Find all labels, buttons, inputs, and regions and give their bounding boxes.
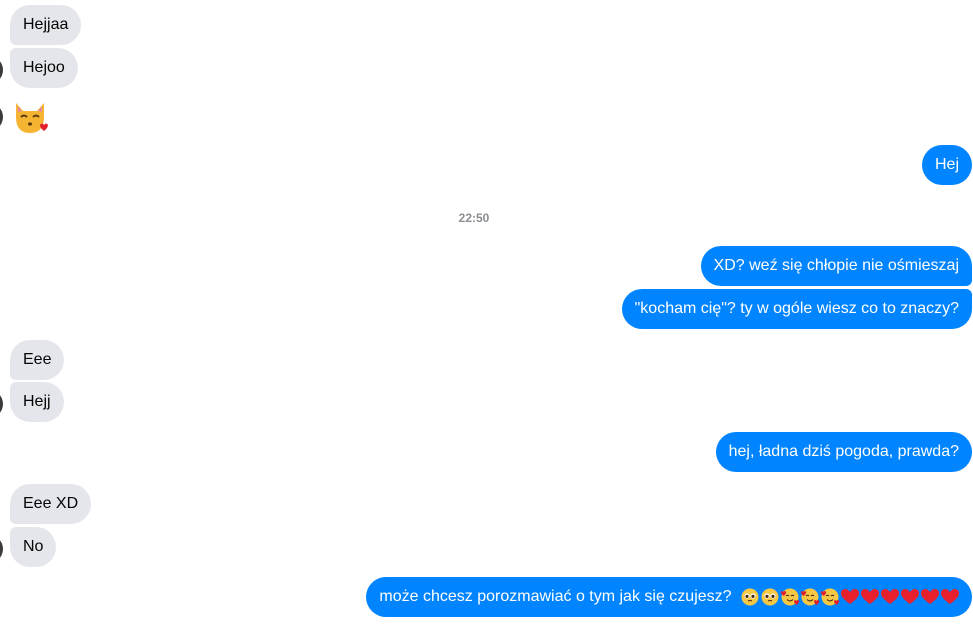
message-text: "kocham cię"? ty w ogóle wiesz co to zna… <box>634 300 959 317</box>
avatar[interactable] <box>0 56 3 84</box>
message-bubble-incoming[interactable]: No <box>10 527 57 567</box>
message-text: No <box>23 538 44 555</box>
message-text: XD? weź się chłopie nie ośmieszaj <box>713 257 959 274</box>
message-text: hej, ładna dziś pogoda, prawda? <box>728 443 959 460</box>
message-bubble-outgoing[interactable]: hej, ładna dziś pogoda, prawda? <box>715 432 972 472</box>
smiling-face-with-hearts-icon <box>821 588 840 606</box>
message-text: może chcesz porozmawiać o tym jak się cz… <box>379 588 732 605</box>
red-heart-icon <box>881 588 899 604</box>
kissing-cat-icon <box>16 103 48 133</box>
message-text: Eee <box>23 351 52 368</box>
red-heart-icon <box>921 588 939 604</box>
emoji-sequence <box>740 587 960 607</box>
message-bubble-incoming[interactable]: Eee <box>10 340 65 380</box>
smiling-face-with-hearts-icon <box>781 588 800 606</box>
kissing-cat-emoji[interactable] <box>10 97 50 137</box>
message-bubble-outgoing[interactable]: może chcesz porozmawiać o tym jak się cz… <box>366 577 972 617</box>
message-bubble-incoming[interactable]: Hejjaa <box>10 5 82 45</box>
message-bubble-incoming[interactable]: Hejj <box>10 382 64 422</box>
message-text: Hej <box>934 156 959 173</box>
message-bubble-outgoing[interactable]: XD? weź się chłopie nie ośmieszaj <box>700 246 972 286</box>
message-bubble-incoming[interactable]: Eee XD <box>10 484 92 524</box>
red-heart-icon <box>841 588 859 604</box>
message-text: Hejjaa <box>23 16 69 33</box>
message-bubble-outgoing[interactable]: "kocham cię"? ty w ogóle wiesz co to zna… <box>621 289 972 329</box>
pleading-face-icon <box>741 588 759 606</box>
smiling-face-with-hearts-icon <box>801 588 820 606</box>
red-heart-icon <box>941 588 959 604</box>
message-bubble-outgoing[interactable]: Hej <box>921 145 972 185</box>
message-text: Hejoo <box>23 59 65 76</box>
avatar[interactable] <box>0 103 3 131</box>
red-heart-icon <box>861 588 879 604</box>
timestamp: 22:50 <box>458 211 490 225</box>
red-heart-icon <box>901 588 919 604</box>
chat-thread: Hejjaa Hejoo Hej 22:50 XD? weź się chłop… <box>0 0 973 638</box>
pleading-face-icon <box>761 588 779 606</box>
avatar[interactable] <box>0 535 3 563</box>
message-bubble-incoming[interactable]: Hejoo <box>10 48 78 88</box>
avatar[interactable] <box>0 390 3 418</box>
message-text: Hejj <box>23 393 51 410</box>
message-text: Eee XD <box>23 495 79 512</box>
